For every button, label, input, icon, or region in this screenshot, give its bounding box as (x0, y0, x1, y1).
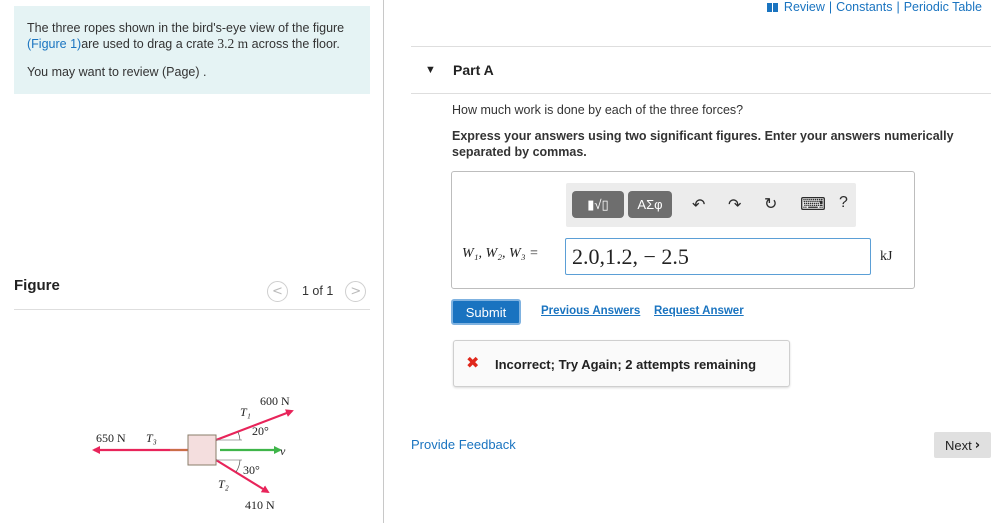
next-label: Next (944, 437, 972, 453)
collapse-caret-icon[interactable]: ▼ (425, 64, 436, 76)
t2-angle-label: 30° (243, 463, 260, 477)
submit-button[interactable]: Submit (451, 299, 521, 325)
pager-text: 1 of 1 (302, 284, 334, 298)
column-divider (383, 0, 384, 523)
book-icon (766, 2, 778, 12)
math-toolbar: ▮√▯ ΑΣφ ↶ ↷ ↻ ⌨ ? (566, 183, 856, 227)
chevron-right-icon: › (974, 437, 981, 453)
feedback-text: Incorrect; Try Again; 2 attempts remaini… (495, 357, 757, 372)
problem-text: The three ropes shown in the bird's-eye … (27, 21, 345, 51)
request-answer-link[interactable]: Request Answer (654, 305, 744, 317)
review-link[interactable]: Review (784, 0, 825, 14)
t2-force-label: 410 N (245, 498, 275, 512)
t1-force-label: 600 N (260, 394, 290, 408)
velocity-label: v (280, 444, 286, 458)
prev-figure-button[interactable]: < (267, 280, 288, 302)
provide-feedback-link[interactable]: Provide Feedback (411, 437, 516, 452)
divider (14, 309, 370, 310)
angle-arc (237, 431, 241, 441)
figure-pager: < 1 of 1 > (267, 280, 367, 302)
crate (187, 434, 217, 466)
greek-symbols-button[interactable]: ΑΣφ (628, 191, 672, 218)
link-separator: | (896, 0, 900, 14)
keyboard-icon[interactable]: ⌨ (800, 194, 826, 215)
part-header[interactable] (411, 46, 991, 94)
answer-unit: kJ (880, 249, 893, 264)
t3-label: T₃ (146, 431, 157, 445)
periodic-table-link[interactable]: Periodic Table (904, 0, 982, 14)
answer-label: W₁, W₂, W₃ = (462, 246, 539, 261)
link-separator: | (828, 0, 833, 14)
undo-icon[interactable]: ↶ (692, 195, 705, 214)
reset-icon[interactable]: ↻ (764, 194, 777, 213)
question-text: How much work is done by each of the thr… (452, 103, 744, 117)
top-links: Review | Constants | Periodic Table (766, 0, 982, 14)
error-x-icon: ✖ (466, 353, 480, 372)
ropes-diagram: 600 N T₁ 20° 650 N T₃ v 30° T₂ 410 N (92, 394, 294, 512)
template-button[interactable]: ▮√▯ (572, 191, 624, 218)
t2-label: T₂ (218, 477, 229, 491)
answer-input[interactable]: 2.0,1.2, − 2.5 (565, 238, 871, 275)
angle-arc (235, 459, 241, 473)
review-text: You may want to review (Page) . (27, 65, 207, 79)
help-icon[interactable]: ? (839, 194, 848, 212)
redo-icon[interactable]: ↷ (728, 195, 741, 214)
problem-statement: The three ropes shown in the bird's-eye … (14, 6, 370, 94)
t1-angle-label: 20° (252, 424, 269, 438)
figure-link[interactable]: (Figure 1) (27, 37, 81, 51)
figure-label: Figure (14, 277, 60, 294)
instruction-text: Express your answers using two significa… (452, 129, 954, 159)
constants-link[interactable]: Constants (836, 0, 892, 14)
t1-label: T₁ (240, 405, 251, 419)
t3-force-label: 650 N (96, 431, 126, 445)
next-button[interactable]: Next › (934, 432, 991, 458)
previous-answers-link[interactable]: Previous Answers (541, 305, 640, 317)
distance-value: 3.2 m (217, 36, 249, 51)
next-figure-button[interactable]: > (345, 280, 367, 302)
part-title[interactable]: Part A (453, 62, 494, 78)
